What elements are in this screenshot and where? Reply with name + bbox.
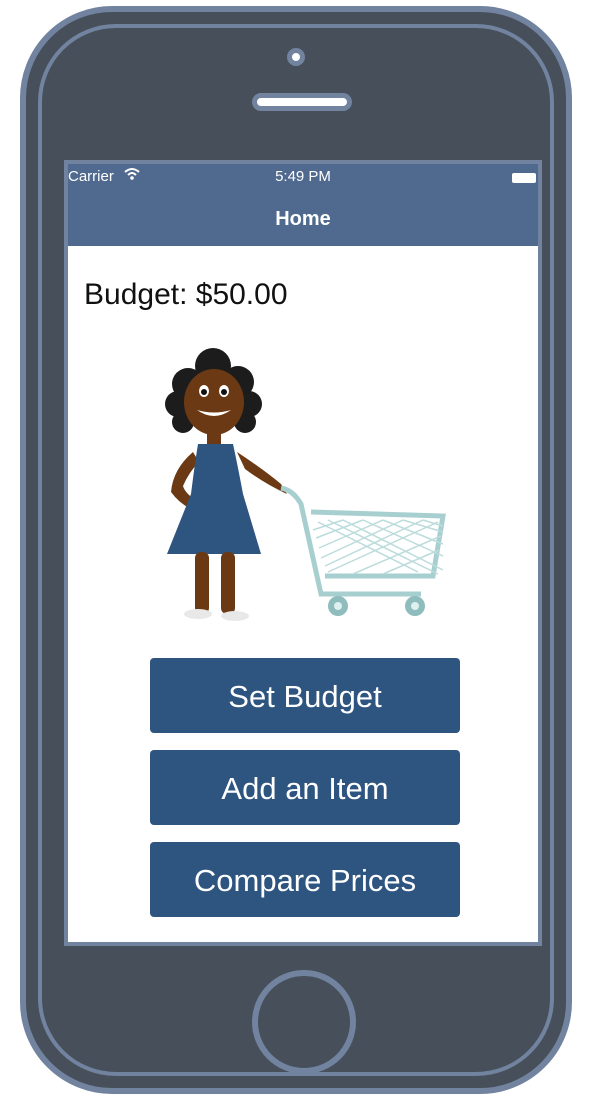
navigation-bar: Carrier 5:49 PM Home: [68, 164, 538, 246]
app-screen: Carrier 5:49 PM Home Budget: $50.00 Set …: [64, 160, 542, 946]
page-title: Home: [275, 208, 331, 230]
cart: [280, 485, 446, 597]
shopper-illustration: [165, 348, 446, 621]
add-item-button[interactable]: Add an Item: [150, 750, 460, 825]
status-bar: Carrier 5:49 PM: [68, 168, 538, 188]
speaker-icon: [252, 93, 352, 111]
camera-icon: [287, 48, 305, 66]
compare-prices-button[interactable]: Compare Prices: [150, 842, 460, 917]
home-button-icon[interactable]: [252, 970, 356, 1074]
status-time: 5:49 PM: [275, 168, 331, 185]
budget-label: Budget: $50.00: [84, 278, 288, 311]
set-budget-button[interactable]: Set Budget: [150, 658, 460, 733]
battery-icon: [512, 173, 536, 183]
